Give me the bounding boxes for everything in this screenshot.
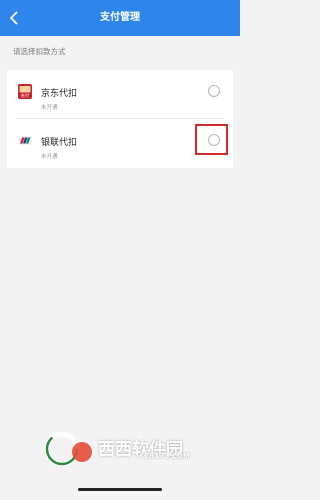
watermark: 西西软件园 CR173.COM [42,430,202,468]
watermark-url: CR173.COM [144,452,190,460]
method-status-unionpay: 未开通 [41,154,58,160]
jd-pay-icon: 东付 [18,84,32,99]
page-title: 支付管理 [100,12,140,23]
home-indicator [78,488,162,491]
header-bar: 支付管理 [0,0,240,36]
unionpay-icon [18,136,32,145]
radio-jd[interactable] [208,85,220,97]
method-status-jd: 未开通 [41,105,58,111]
payment-method-jd[interactable]: 东付 京东代扣 未开通 [7,70,233,118]
method-label-unionpay: 银联代扣 [41,138,78,148]
payment-method-unionpay[interactable]: 银联代扣 未开通 [7,119,233,167]
payment-method-list: 东付 京东代扣 未开通 银联代扣 未开通 [7,70,233,168]
watermark-logo-icon [44,431,92,467]
method-label-jd: 京东代扣 [41,89,78,99]
section-hint: 请选择扣款方式 [13,47,66,56]
jd-logo-text: 东付 [21,92,29,99]
highlight-box [195,124,228,155]
